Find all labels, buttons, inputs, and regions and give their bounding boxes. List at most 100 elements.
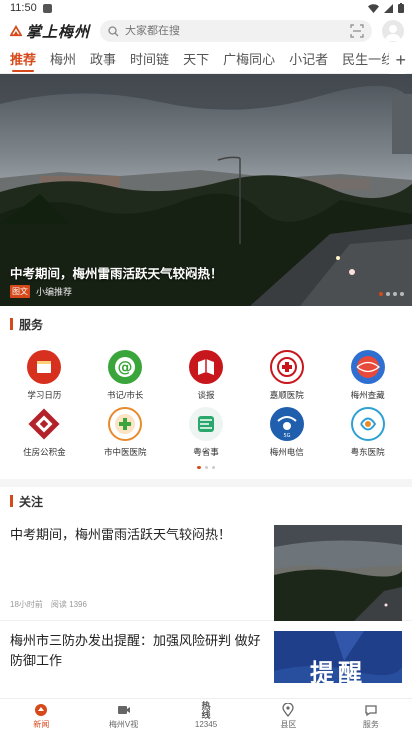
service-label: 书记/市长 [107, 390, 144, 400]
news-item[interactable]: 梅州市三防办发出提醒：加强风险研判 做好防御工作 提醒 [0, 621, 412, 683]
svg-text:@: @ [118, 358, 133, 376]
notification-icon [42, 3, 52, 13]
section-accent-bar [10, 318, 13, 330]
nav-label: 县区 [280, 720, 297, 729]
service-label: 嘉顺医院 [269, 390, 304, 400]
svg-text:5G: 5G [283, 433, 290, 439]
service-label: 谈报 [197, 390, 215, 400]
search-icon [108, 25, 119, 36]
service-item[interactable]: 嘉顺医院 [246, 350, 327, 401]
tab-1[interactable]: 梅州 [50, 46, 76, 74]
tab-4[interactable]: 天下 [183, 46, 209, 74]
service-item[interactable]: 谈报 [166, 350, 247, 401]
wifi-icon [368, 3, 379, 13]
banner-dot [386, 292, 390, 296]
app-header: 掌上梅州 [0, 16, 412, 46]
service-item[interactable]: 市中医医院 [85, 407, 166, 458]
tab-7[interactable]: 民生一线 [342, 46, 394, 74]
nav-item-4[interactable]: 服务 [330, 699, 412, 734]
tab-3[interactable]: 时间链 [130, 46, 169, 74]
hospital-emblem-icon [269, 350, 304, 384]
service-label: 梅州电信 [269, 447, 304, 457]
section-accent-bar [10, 495, 13, 507]
search-input[interactable] [125, 25, 344, 37]
follow-header: 关注 [0, 487, 412, 515]
banner-dot [379, 292, 383, 296]
services-title: 服务 [19, 317, 44, 332]
nav-label: 服务 [362, 720, 379, 729]
app-logo: 掌上梅州 [10, 21, 90, 42]
service-label: 粤省事 [193, 447, 219, 457]
battery-icon [398, 3, 404, 13]
service-item[interactable]: 学习日历 [4, 350, 85, 401]
service-item[interactable]: 梅州查藏 [327, 350, 408, 401]
news-thumbnail[interactable]: 提醒 [274, 631, 402, 683]
yue-app-icon [188, 407, 223, 441]
service-label: 学习日历 [27, 390, 62, 400]
tab-6[interactable]: 小记者 [289, 46, 328, 74]
tcm-hospital-icon [108, 407, 143, 441]
news-title[interactable]: 梅州市三防办发出提醒：加强风险研判 做好防御工作 [10, 631, 264, 671]
nav-item-1[interactable]: 梅州V视 [82, 699, 164, 734]
hotline-icon: 热线 [199, 701, 213, 720]
avatar[interactable] [382, 20, 404, 42]
nav-item-0[interactable]: 新闻 [0, 699, 82, 734]
news-item[interactable]: 中考期间，梅州雷雨活跃天气较闷热！ 18小时前 阅读 1396 [0, 515, 412, 621]
news-reads: 阅读 1396 [50, 600, 87, 609]
nav-item-3[interactable]: 县区 [247, 699, 329, 734]
pager-dot [205, 466, 208, 469]
telecom-icon: 5G [269, 407, 304, 441]
banner-dot [400, 292, 404, 296]
storm-photo [274, 525, 402, 621]
services-header: 服务 [0, 310, 412, 338]
banner-dot [393, 292, 397, 296]
services-pager [0, 466, 412, 469]
service-item[interactable]: 5G 梅州电信 [246, 407, 327, 458]
bottom-nav: 新闻 梅州V视 热线 12345 县区 服务 [0, 698, 412, 734]
banner-meta: 图文 小编推荐 [10, 285, 72, 298]
news-time: 18小时前 [10, 600, 43, 609]
service-icon [364, 703, 378, 717]
services-grid: 学习日历 @ 书记/市长 谈报 嘉顺医院 梅州查藏住房公积金 市中医医院 粤省事 5G 梅州电信 粤… [0, 338, 412, 458]
book-icon [188, 350, 223, 384]
service-label: 粤东医院 [350, 447, 385, 457]
banner-pager [379, 292, 404, 296]
search-bar[interactable] [100, 20, 372, 42]
tab-0[interactable]: 推荐 [10, 46, 36, 74]
service-item[interactable]: 住房公积金 [4, 407, 85, 458]
nav-item-2[interactable]: 热线 12345 [165, 699, 247, 734]
calendar-icon [27, 350, 62, 384]
video-icon [117, 703, 131, 717]
banner-carousel[interactable]: 中考期间，梅州雷雨活跃天气较闷热！ 图文 小编推荐 [0, 74, 412, 306]
scan-icon[interactable] [350, 24, 364, 38]
banner-source: 小编推荐 [36, 287, 73, 297]
service-item[interactable]: 粤省事 [166, 407, 247, 458]
pager-dot [197, 466, 201, 469]
news-thumbnail[interactable] [274, 525, 402, 621]
location-icon [281, 703, 295, 717]
hotline-icon-text: 热线 [201, 701, 211, 720]
tab-5[interactable]: 广梅同心 [223, 46, 275, 74]
service-item[interactable]: @ 书记/市长 [85, 350, 166, 401]
banner-type-badge: 图文 [10, 285, 30, 298]
follow-title: 关注 [19, 494, 44, 509]
at-sign-icon: @ [108, 350, 143, 384]
east-hospital-icon [350, 407, 385, 441]
status-time: 11:50 [10, 2, 37, 14]
add-channel-button[interactable]: + [389, 46, 406, 74]
service-label: 住房公积金 [23, 447, 66, 457]
nav-label: 梅州V视 [108, 720, 139, 729]
news-title[interactable]: 中考期间，梅州雷雨活跃天气较闷热！ [10, 525, 264, 545]
channel-tabs: 推荐 梅州 政事 时间链 天下 广梅同心 小记者 民生一线 + [0, 46, 412, 74]
service-item[interactable]: 粤东医院 [327, 407, 408, 458]
housing-fund-icon [27, 407, 61, 441]
user-icon [385, 25, 401, 41]
nav-label: 12345 [194, 720, 218, 729]
signal-icon [384, 3, 393, 13]
news-meta: 18小时前 阅读 1396 [10, 599, 264, 610]
logo-mark-icon [10, 25, 22, 37]
tab-2[interactable]: 政事 [90, 46, 116, 74]
poster-text: 提醒 [310, 660, 366, 683]
banner-caption[interactable]: 中考期间，梅州雷雨活跃天气较闷热！ [10, 263, 223, 282]
service-label: 市中医医院 [103, 447, 147, 457]
